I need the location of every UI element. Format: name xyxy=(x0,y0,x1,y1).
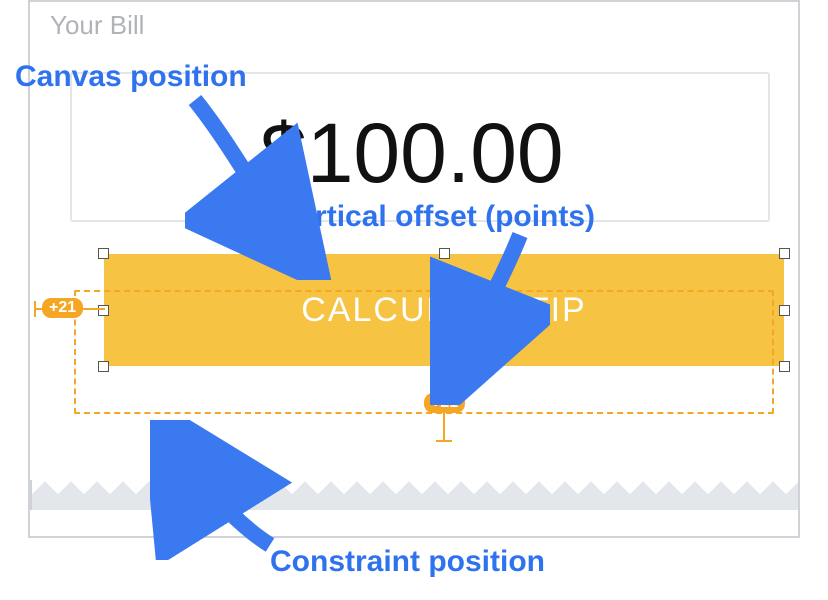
selection-handle[interactable] xyxy=(98,248,109,259)
torn-edge xyxy=(30,480,800,510)
bill-label: Your Bill xyxy=(50,10,144,41)
offset-guide-horizontal-cap xyxy=(34,301,36,317)
selection-handle[interactable] xyxy=(98,305,109,316)
selection-handle[interactable] xyxy=(779,361,790,372)
annotation-canvas-position: Canvas position xyxy=(15,60,247,94)
selection-handle[interactable] xyxy=(439,248,450,259)
selection-handle[interactable] xyxy=(779,305,790,316)
annotation-vertical-offset: Vertical offset (points) xyxy=(280,200,595,234)
annotation-constraint-position: Constraint position xyxy=(270,545,545,579)
offset-badge-horizontal: +21 xyxy=(42,298,83,318)
selection-handle[interactable] xyxy=(98,361,109,372)
bill-amount: $100.00 xyxy=(260,105,564,202)
offset-badge-vertical: +21 xyxy=(424,393,465,413)
constraint-outline xyxy=(74,290,774,414)
selection-handle[interactable] xyxy=(779,248,790,259)
offset-guide-vertical-cap xyxy=(436,440,452,442)
